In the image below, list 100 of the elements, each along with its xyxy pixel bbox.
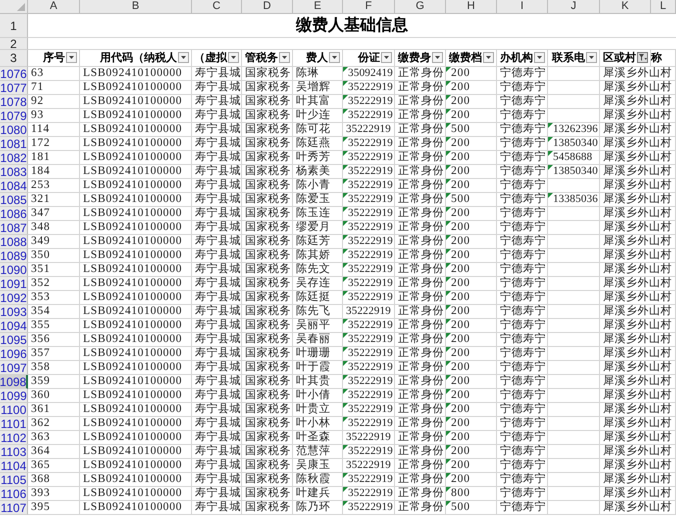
row-header[interactable]: 1080: [0, 123, 28, 137]
table-cell: 正常身份: [398, 418, 444, 429]
table-cell: LSB092410100000: [83, 446, 182, 458]
table-cell: 200: [451, 68, 470, 80]
column-header[interactable]: K: [600, 0, 651, 14]
row-header[interactable]: 1087: [0, 221, 28, 235]
row-header[interactable]: 1092: [0, 291, 28, 305]
row-header[interactable]: 1101: [0, 417, 28, 431]
row-header[interactable]: 1098: [0, 375, 28, 389]
table-cell: 93: [31, 110, 44, 122]
row-header[interactable]: 1099: [0, 389, 28, 403]
row-header[interactable]: 1079: [0, 109, 28, 123]
filter-dropdown-button[interactable]: [66, 52, 77, 63]
table-cell: 200: [451, 320, 470, 332]
table-cell: 寿宁县城: [195, 278, 241, 289]
table-cell: 正常身份: [398, 376, 444, 387]
row-header[interactable]: 1097: [0, 361, 28, 375]
table-cell: 叶小倩: [296, 390, 330, 401]
row-header[interactable]: 1095: [0, 333, 28, 347]
table-cell: 犀溪乡外山村: [603, 362, 672, 373]
filter-dropdown-button[interactable]: [178, 52, 189, 63]
row-header[interactable]: 1077: [0, 81, 28, 95]
table-cell: 犀溪乡外山村: [603, 432, 672, 443]
table-cell: 叶其富: [296, 96, 330, 107]
table-cell: 200: [451, 138, 470, 150]
column-header[interactable]: C: [192, 0, 242, 14]
filter-dropdown-button[interactable]: [534, 52, 545, 63]
filter-dropdown-button[interactable]: [279, 52, 290, 63]
row-header[interactable]: 3: [0, 50, 28, 67]
filter-dropdown-button[interactable]: [329, 52, 340, 63]
table-cell: 正常身份: [398, 96, 444, 107]
filter-dropdown-button[interactable]: [432, 52, 443, 63]
table-cell: 宁德寿宁: [500, 418, 546, 429]
table-cell: 正常身份: [398, 82, 444, 93]
row-header[interactable]: 1104: [0, 459, 28, 473]
row-header[interactable]: 1: [0, 14, 28, 38]
row-header[interactable]: 1088: [0, 235, 28, 249]
table-cell: 正常身份: [398, 488, 444, 499]
row-header[interactable]: 1078: [0, 95, 28, 109]
table-cell: 犀溪乡外山村: [603, 418, 672, 429]
table-cell: LSB092410100000: [83, 488, 182, 500]
table-cell: 叶少连: [296, 110, 330, 121]
table-cell: 63: [31, 68, 44, 80]
row-header[interactable]: 1076: [0, 67, 28, 81]
row-header[interactable]: 1081: [0, 137, 28, 151]
table-cell: 叶珊珊: [296, 348, 330, 359]
row-header[interactable]: 1091: [0, 277, 28, 291]
column-header[interactable]: E: [293, 0, 343, 14]
table-cell: 200: [451, 348, 470, 360]
column-header[interactable]: H: [446, 0, 497, 14]
table-cell: 35222919: [346, 124, 391, 135]
row-header[interactable]: 1083: [0, 165, 28, 179]
caret-icon: [69, 56, 74, 59]
column-header[interactable]: L: [651, 0, 676, 14]
row-header[interactable]: 1093: [0, 305, 28, 319]
column-header[interactable]: A: [28, 0, 80, 14]
row-header[interactable]: 1084: [0, 179, 28, 193]
row-header[interactable]: 1107: [0, 501, 28, 515]
column-header[interactable]: B: [80, 0, 192, 14]
table-cell: 200: [451, 432, 470, 444]
filter-dropdown-button[interactable]: [637, 52, 648, 63]
row-header[interactable]: 1086: [0, 207, 28, 221]
row-header[interactable]: 1102: [0, 431, 28, 445]
row-header[interactable]: 2: [0, 38, 28, 50]
caret-icon: [231, 56, 236, 59]
table-cell: 361: [31, 404, 50, 416]
row-header[interactable]: 1105: [0, 473, 28, 487]
table-cell: 35222919: [346, 306, 391, 317]
table-cell: 正常身份: [398, 348, 444, 359]
table-cell: 200: [451, 460, 470, 472]
filter-dropdown-button[interactable]: [586, 52, 597, 63]
table-cell: 犀溪乡外山村: [603, 68, 672, 79]
table-cell: 200: [451, 446, 470, 458]
table-cell: LSB092410100000: [83, 82, 182, 94]
row-header[interactable]: 1096: [0, 347, 28, 361]
table-cell: 364: [31, 446, 50, 458]
table-cell: 陈廷芳: [296, 236, 330, 247]
table-cell: 200: [451, 180, 470, 192]
column-header[interactable]: J: [548, 0, 600, 14]
row-header[interactable]: 1090: [0, 263, 28, 277]
row-header[interactable]: 1082: [0, 151, 28, 165]
row-header[interactable]: 1089: [0, 249, 28, 263]
column-header[interactable]: G: [395, 0, 446, 14]
table-cell: 国家税务: [245, 264, 291, 275]
row-header[interactable]: 1106: [0, 487, 28, 501]
column-header[interactable]: D: [242, 0, 293, 14]
filter-dropdown-button[interactable]: [228, 52, 239, 63]
table-cell: 200: [451, 418, 470, 430]
row-header[interactable]: 1103: [0, 445, 28, 459]
table-cell: 国家税务: [245, 180, 291, 191]
filter-dropdown-button[interactable]: [381, 52, 392, 63]
table-cell: 35222919: [348, 194, 393, 205]
row-header[interactable]: 1094: [0, 319, 28, 333]
row-header[interactable]: 1100: [0, 403, 28, 417]
column-header[interactable]: F: [343, 0, 395, 14]
filter-dropdown-button[interactable]: [483, 52, 494, 63]
table-cell: 200: [451, 208, 470, 220]
column-header[interactable]: I: [497, 0, 548, 14]
row-header[interactable]: 1085: [0, 193, 28, 207]
table-cell: 363: [31, 432, 50, 444]
